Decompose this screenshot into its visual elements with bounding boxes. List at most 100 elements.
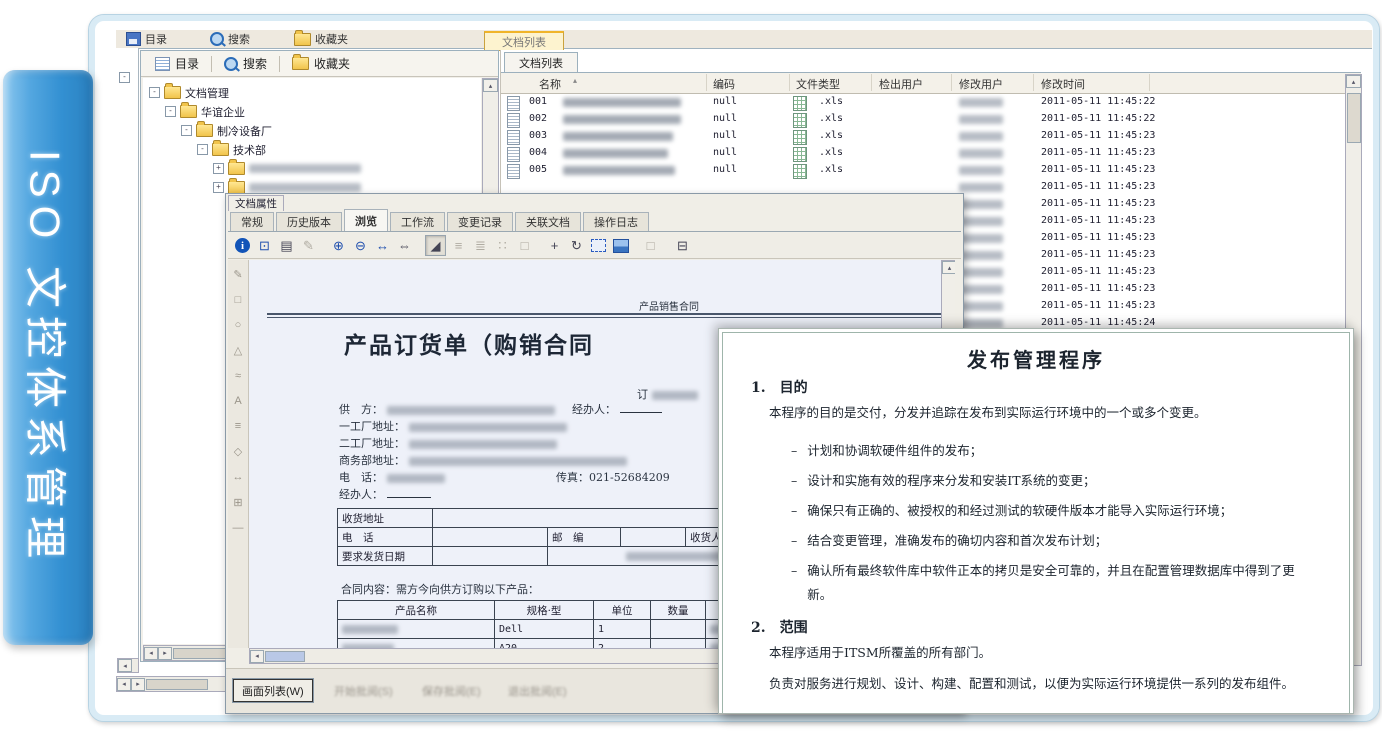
wave-icon[interactable]: ≈ [235, 370, 241, 382]
scroll-up-icon[interactable]: ▴ [942, 261, 955, 274]
edit-icon[interactable]: ✎ [233, 268, 242, 281]
diamond-icon[interactable]: ◇ [234, 445, 242, 458]
image-icon[interactable] [611, 236, 630, 255]
tab-change-log[interactable]: 变更记录 [447, 212, 513, 231]
lines-icon[interactable]: ≣ [471, 236, 490, 255]
text-icon[interactable]: A [234, 395, 241, 407]
zoom-out-icon[interactable]: ⊖ [351, 236, 370, 255]
glyph: □ [647, 238, 655, 253]
zip-label: 邮 编 [548, 528, 621, 547]
scroll-thumb[interactable] [146, 679, 208, 690]
props-title-tab[interactable]: 文档属性 [228, 195, 284, 211]
collapse-icon[interactable]: - [149, 87, 160, 98]
glyph: ✎ [303, 238, 314, 254]
scroll-right-icon[interactable]: ▸ [131, 678, 145, 691]
triangle-icon[interactable]: △ [234, 344, 242, 357]
row-filetype: .xls [819, 113, 843, 124]
back-pane-hscrollbar[interactable]: ◂ [117, 658, 139, 673]
row-time: 2011-05-11 11:45:23 [1041, 300, 1155, 311]
scroll-left-icon[interactable]: ◂ [250, 650, 264, 663]
align-icon[interactable]: ≡ [449, 236, 468, 255]
tab-general[interactable]: 常规 [230, 212, 274, 231]
tree-item-factory[interactable]: - 制冷设备厂 [181, 122, 272, 139]
tree-label: 文档管理 [185, 85, 229, 101]
redacted-text [249, 183, 361, 192]
back-tab-favorites[interactable]: 收藏夹 [288, 31, 354, 47]
prev-page-icon[interactable]: □ [641, 236, 660, 255]
scroll-thumb[interactable] [265, 651, 305, 662]
dash-icon[interactable]: — [233, 522, 244, 534]
tab-history[interactable]: 历史版本 [276, 212, 342, 231]
tab-label: 操作日志 [594, 214, 638, 230]
expand-icon[interactable]: + [213, 182, 224, 193]
edit-icon[interactable]: ✎ [299, 236, 318, 255]
tree-expand-box[interactable]: - [119, 72, 130, 83]
redacted-text [563, 98, 681, 107]
sort-icon[interactable]: ▴ [573, 76, 577, 85]
back-tab-catalog[interactable]: 目录 [120, 31, 173, 47]
doc-list-tab[interactable]: 文档列表 [504, 52, 578, 72]
rotate-icon[interactable]: ↻ [567, 236, 586, 255]
table-row[interactable]: 004 null .xls 2011-05-11 11:45:23 [501, 145, 1361, 162]
grid-icon[interactable]: ⊞ [233, 496, 242, 509]
scroll-thumb[interactable] [1347, 93, 1361, 143]
tree-item-tech-dept[interactable]: - 技术部 [197, 141, 266, 158]
arrow-icon[interactable]: ↔ [233, 471, 244, 483]
select-region-icon[interactable] [589, 236, 608, 255]
expand-icon[interactable]: + [213, 163, 224, 174]
scroll-up-icon[interactable]: ▴ [1346, 75, 1361, 88]
collapse-icon[interactable]: - [181, 125, 192, 136]
screen-list-button[interactable]: 画面列表(W) [233, 679, 313, 702]
scroll-right-icon[interactable]: ▸ [158, 647, 172, 660]
spec-value: Dell [495, 620, 594, 639]
tree-item-doc-management[interactable]: - 文档管理 [149, 84, 229, 101]
search-icon [224, 57, 238, 71]
rect-icon[interactable]: □ [235, 294, 242, 306]
toolbar-button-search[interactable]: 搜索 [218, 53, 273, 74]
toolbar-button-catalog[interactable]: 目录 [149, 53, 205, 74]
info-icon[interactable]: i [233, 236, 252, 255]
tree-item-company[interactable]: - 华谊企业 [165, 103, 245, 120]
tab-operation-log[interactable]: 操作日志 [583, 212, 649, 231]
tab-related-docs[interactable]: 关联文档 [515, 212, 581, 231]
col-sep [1033, 74, 1034, 91]
fit-page-icon[interactable]: ⇔ [395, 236, 414, 255]
contrast-icon[interactable]: ◢ [425, 235, 446, 256]
table-row[interactable]: 003 null .xls 2011-05-11 11:45:23 [501, 128, 1361, 145]
col-modify-time[interactable]: 修改时间 [1041, 76, 1085, 92]
back-tab-search[interactable]: 搜索 [204, 31, 256, 47]
col-unit: 单位 [594, 601, 651, 620]
print-icon[interactable]: ▤ [277, 236, 296, 255]
col-modify-user[interactable]: 修改用户 [959, 76, 1003, 92]
col-checkout-user[interactable]: 检出用户 [879, 76, 923, 92]
tab-browse[interactable]: 浏览 [344, 209, 388, 231]
col-filetype[interactable]: 文件类型 [796, 76, 840, 92]
lines-icon[interactable]: ≡ [235, 420, 241, 432]
scroll-left-icon[interactable]: ◂ [118, 659, 132, 672]
table-row[interactable]: 001 null .xls 2011-05-11 11:45:22 [501, 94, 1361, 111]
scroll-left-icon[interactable]: ◂ [144, 647, 158, 660]
col-name[interactable]: 名称 [539, 76, 561, 92]
zoom-in-icon[interactable]: ⊕ [329, 236, 348, 255]
layout-icon[interactable]: ⊟ [673, 236, 692, 255]
tree-item-redacted[interactable]: + [213, 160, 361, 177]
table-row[interactable]: 002 null .xls 2011-05-11 11:45:22 [501, 111, 1361, 128]
image-glyph [613, 239, 629, 253]
col-code[interactable]: 编码 [713, 76, 735, 92]
toolbar-button-favorites[interactable]: 收藏夹 [286, 53, 356, 74]
frame-icon[interactable]: □ [515, 236, 534, 255]
zoom-page-icon[interactable]: ⊡ [255, 236, 274, 255]
fit-width-icon[interactable]: ↔ [373, 236, 392, 255]
back-doc-list-tab[interactable]: 文档列表 [484, 31, 564, 51]
circle-icon[interactable]: ○ [235, 319, 242, 331]
tab-workflow[interactable]: 工作流 [390, 212, 445, 231]
collapse-icon[interactable]: - [165, 106, 176, 117]
scroll-up-icon[interactable]: ▴ [483, 79, 498, 92]
collapse-icon[interactable]: - [197, 144, 208, 155]
grid-icon[interactable]: ∷ [493, 236, 512, 255]
supplier-label: 供 方： [339, 403, 383, 416]
glyph: ≡ [455, 238, 463, 253]
pan-icon[interactable]: + [545, 236, 564, 255]
table-row[interactable]: 005 null .xls 2011-05-11 11:45:23 [501, 162, 1361, 179]
scroll-left-icon[interactable]: ◂ [117, 678, 131, 691]
